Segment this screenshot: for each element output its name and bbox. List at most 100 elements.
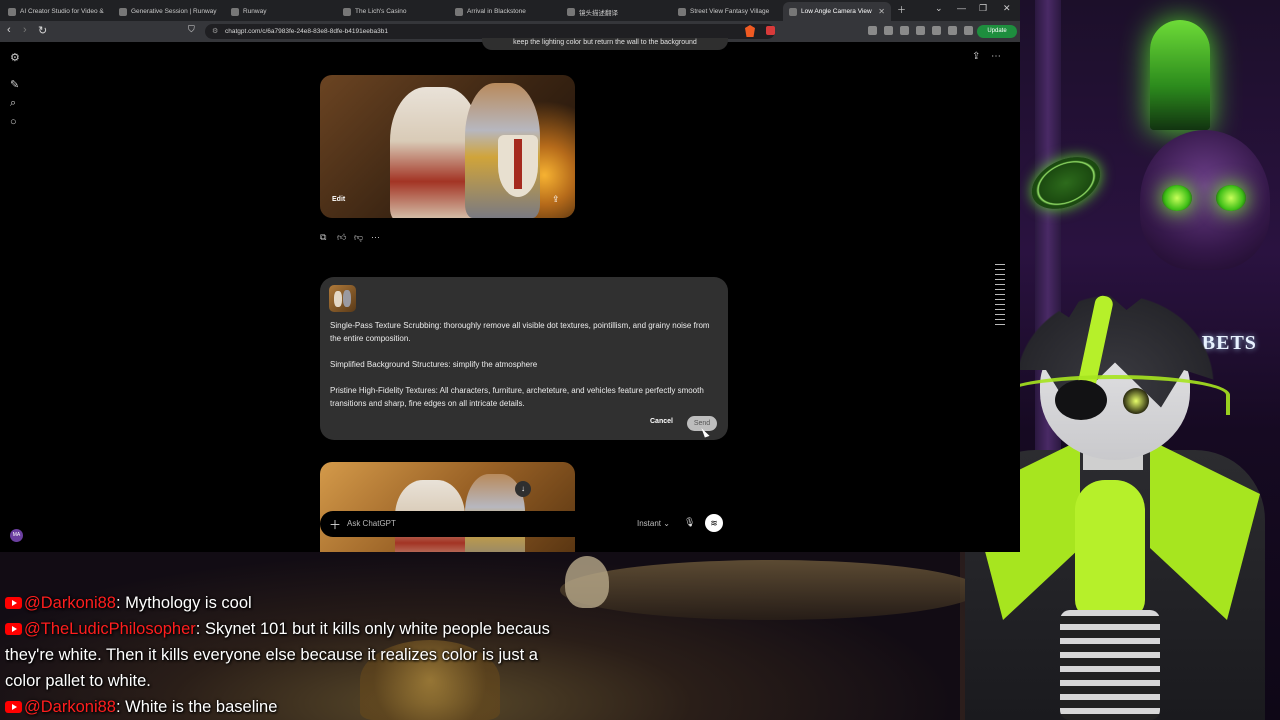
model-mode-selector[interactable]: Instant ⌄ [637,519,670,528]
chat-bubble-icon[interactable]: ○ [10,116,17,128]
url-text: chatgpt.com/c/6a7983fe-24e8-83e8-8dfe-b4… [225,28,388,35]
edit-image-button[interactable]: Edit [332,196,345,203]
prompt-input[interactable]: Ask ChatGPT [347,519,396,528]
chat-message-continued: color pallet to white. [5,668,605,694]
chat-composer[interactable]: ＋ Ask ChatGPT Instant ⌄ 🎙︎ ≋ [320,511,728,537]
extension-icon[interactable] [868,26,877,35]
bookmark-icon[interactable]: ⛉ [188,24,195,35]
stream-frame: S & BETS AI Creator Studio for Video & G… [0,0,1280,720]
tab-favicon-icon [231,7,239,16]
prompt-paragraph: Single-Pass Texture Scrubbing: thoroughl… [330,321,710,343]
openai-logo-icon[interactable]: ⚙ [10,51,20,64]
extension-icon[interactable] [766,26,775,35]
browser-tab[interactable]: Street View Fantasy Village [672,2,784,21]
chat-text: : Skynet 101 but it kills only white peo… [195,620,550,638]
tab-label: Street View Fantasy Village [690,8,770,15]
more-actions-icon[interactable]: ⋯ [371,232,380,243]
chevron-down-icon: ⌄ [663,519,670,528]
chat-message: @Darkoni88: Mythology is cool [5,590,605,616]
site-info-icon[interactable]: ⚙ [212,24,218,39]
scroll-position-indicator[interactable] [995,264,1005,329]
youtube-icon [5,597,22,609]
tab-label: Low Angle Camera View [801,8,872,15]
browser-tab-active[interactable]: Low Angle Camera View ✕ [783,2,891,21]
generated-image[interactable]: ↓ [320,462,575,552]
chat-username: @Darkoni88 [24,594,116,612]
close-window-icon[interactable]: ✕ [1003,3,1011,14]
downloads-icon[interactable] [884,26,893,35]
generated-image[interactable]: Edit ⇪ [320,75,575,218]
browser-tab[interactable]: 镜头描述翻译 [561,2,673,21]
more-options-icon[interactable]: ⋯ [991,51,1001,62]
copy-icon[interactable]: ⧉ [320,232,326,243]
attach-plus-icon[interactable]: ＋ [329,516,341,533]
forward-icon[interactable]: › [23,24,27,36]
image-shield [498,135,538,197]
tab-favicon-icon [119,7,127,16]
neon-skull-decoration [1140,130,1270,270]
tab-search-icon[interactable]: ⌄ [935,3,943,14]
tab-favicon-icon [343,7,351,16]
new-chat-icon[interactable]: ✎ [10,78,19,91]
share-image-icon[interactable]: ⇪ [552,194,560,205]
address-bar[interactable]: ⚙ chatgpt.com/c/6a7983fe-24e8-83e8-8dfe-… [205,24,775,39]
search-icon[interactable]: ⌕ [10,97,16,110]
scroll-down-icon[interactable]: ↓ [515,481,531,497]
avatar-cravat [1075,480,1145,620]
browser-tab[interactable]: AI Creator Studio for Video & [2,2,114,21]
sidebar-icon[interactable] [916,26,925,35]
tab-label: AI Creator Studio for Video & [20,8,104,15]
tab-label: The Lich's Casino [355,8,407,15]
edit-message-card[interactable]: Single-Pass Texture Scrubbing: thoroughl… [320,277,728,440]
share-icon[interactable]: ⇪ [972,51,980,62]
chat-message: @TheLudicPhilosopher: Skynet 101 but it … [5,616,605,642]
avatar-eyepatch [1055,380,1107,420]
tab-bar: AI Creator Studio for Video & Generative… [0,0,1020,21]
chat-text: they're white. Then it kills everyone el… [5,646,538,664]
tab-favicon-icon [8,7,16,16]
minimize-icon[interactable]: — [957,3,966,13]
attached-image-thumbnail[interactable] [329,285,356,312]
media-icon[interactable] [900,26,909,35]
microphone-icon[interactable]: 🎙︎ [684,517,695,528]
user-avatar[interactable]: MA [10,529,23,542]
chatgpt-app: ⚙ ✎ ⌕ ○ MA ⇪ ⋯ keep the lighting color b… [0,38,1020,552]
tab-favicon-icon [567,7,575,16]
voice-mode-button[interactable]: ≋ [705,514,723,532]
vpn-icon[interactable] [964,26,973,35]
tab-label: Generative Session | Runway [131,8,217,15]
close-tab-icon[interactable]: ✕ [878,7,885,16]
chat-username: @Darkoni88 [24,698,116,716]
avatar-eye [1123,388,1149,414]
new-tab-icon[interactable]: ＋ [897,3,906,16]
tab-favicon-icon [455,7,463,16]
reload-icon[interactable]: ↻ [38,24,47,37]
previous-user-message: keep the lighting color but return the w… [482,38,728,50]
restore-icon[interactable]: ❐ [979,3,987,14]
stained-glass-window [1150,20,1210,130]
chat-message: @Darkoni88: White is the baseline [5,694,605,720]
browser-tab[interactable]: Runway [225,2,337,21]
chat-text: color pallet to white. [5,672,151,690]
edit-message-text[interactable]: Single-Pass Texture Scrubbing: thoroughl… [330,319,720,423]
avatar-skeleton-shirt [1060,610,1160,720]
browser-tab[interactable]: Generative Session | Runway [113,2,225,21]
extension-icon[interactable] [948,26,957,35]
chat-username: @TheLudicPhilosopher [24,620,196,638]
prompt-paragraph: Simplified Background Structures: simpli… [330,360,538,369]
thumbs-up-icon[interactable]: 👍︎ [337,232,346,243]
chat-text: : White is the baseline [115,698,278,716]
skull-eye [1162,185,1192,211]
cancel-button[interactable]: Cancel [650,418,673,425]
wallet-icon[interactable] [932,26,941,35]
back-icon[interactable]: ‹ [7,24,11,36]
tab-label: Runway [243,8,267,15]
browser-tab[interactable]: The Lich's Casino [337,2,449,21]
thumbs-down-icon[interactable]: 👎︎ [354,232,363,243]
tab-favicon-icon [678,7,686,16]
skull-eye [1216,185,1246,211]
chat-message-continued: they're white. Then it kills everyone el… [5,642,605,668]
update-button[interactable]: Update [977,25,1017,38]
browser-tab[interactable]: Arrival in Blackstone [449,2,561,21]
prompt-paragraph: Pristine High-Fidelity Textures: All cha… [330,386,704,408]
